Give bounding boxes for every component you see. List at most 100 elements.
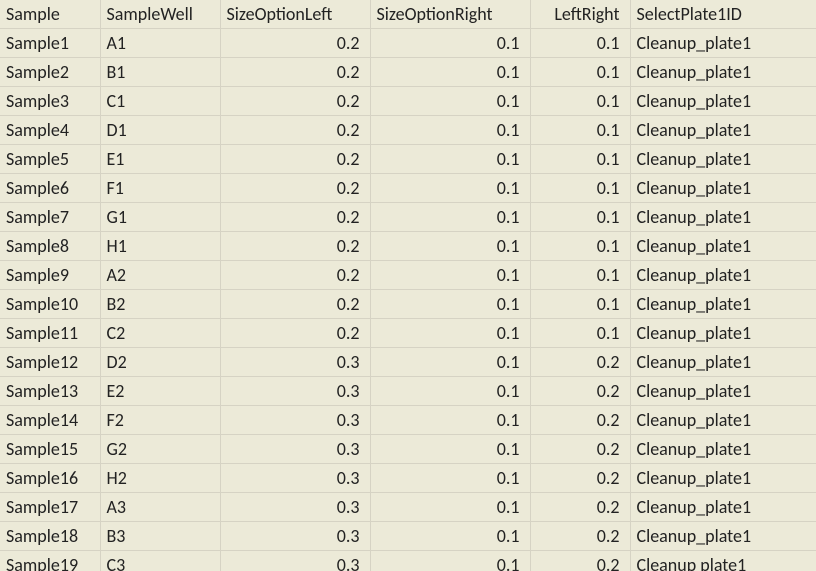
cell-sizeoptionright[interactable]: 0.1 [370, 174, 530, 203]
table-row[interactable]: Sample19C30.30.10.2Cleanup plate1 [0, 551, 816, 571]
cell-sizeoptionleft[interactable]: 0.3 [220, 522, 370, 551]
cell-selectplate1id[interactable]: Cleanup_plate1 [630, 232, 816, 261]
cell-selectplate1id[interactable]: Cleanup_plate1 [630, 319, 816, 348]
cell-sample[interactable]: Sample7 [0, 203, 100, 232]
cell-leftright[interactable]: 0.2 [530, 348, 630, 377]
table-row[interactable]: Sample3C10.20.10.1Cleanup_plate1 [0, 87, 816, 116]
cell-sizeoptionright[interactable]: 0.1 [370, 522, 530, 551]
cell-sample[interactable]: Sample18 [0, 522, 100, 551]
cell-sizeoptionleft[interactable]: 0.3 [220, 377, 370, 406]
table-row[interactable]: Sample11C20.20.10.1Cleanup_plate1 [0, 319, 816, 348]
cell-samplewell[interactable]: A2 [100, 261, 220, 290]
cell-selectplate1id[interactable]: Cleanup_plate1 [630, 348, 816, 377]
cell-leftright[interactable]: 0.1 [530, 58, 630, 87]
cell-sample[interactable]: Sample4 [0, 116, 100, 145]
cell-selectplate1id[interactable]: Cleanup_plate1 [630, 116, 816, 145]
table-row[interactable]: Sample4D10.20.10.1Cleanup_plate1 [0, 116, 816, 145]
cell-leftright[interactable]: 0.2 [530, 522, 630, 551]
cell-sample[interactable]: Sample9 [0, 261, 100, 290]
cell-sizeoptionright[interactable]: 0.1 [370, 116, 530, 145]
cell-sizeoptionleft[interactable]: 0.2 [220, 29, 370, 58]
cell-leftright[interactable]: 0.2 [530, 493, 630, 522]
cell-sizeoptionleft[interactable]: 0.2 [220, 87, 370, 116]
cell-sizeoptionright[interactable]: 0.1 [370, 348, 530, 377]
cell-samplewell[interactable]: E2 [100, 377, 220, 406]
cell-samplewell[interactable]: G2 [100, 435, 220, 464]
cell-selectplate1id[interactable]: Cleanup plate1 [630, 551, 816, 571]
cell-sizeoptionleft[interactable]: 0.3 [220, 406, 370, 435]
cell-selectplate1id[interactable]: Cleanup_plate1 [630, 522, 816, 551]
cell-sizeoptionright[interactable]: 0.1 [370, 29, 530, 58]
cell-sample[interactable]: Sample10 [0, 290, 100, 319]
cell-samplewell[interactable]: B1 [100, 58, 220, 87]
cell-sizeoptionright[interactable]: 0.1 [370, 232, 530, 261]
col-header-samplewell[interactable]: SampleWell [100, 0, 220, 29]
cell-leftright[interactable]: 0.1 [530, 87, 630, 116]
cell-leftright[interactable]: 0.1 [530, 232, 630, 261]
cell-samplewell[interactable]: A1 [100, 29, 220, 58]
cell-sizeoptionright[interactable]: 0.1 [370, 203, 530, 232]
table-row[interactable]: Sample5E10.20.10.1Cleanup_plate1 [0, 145, 816, 174]
cell-samplewell[interactable]: B2 [100, 290, 220, 319]
cell-samplewell[interactable]: C3 [100, 551, 220, 571]
cell-sizeoptionleft[interactable]: 0.2 [220, 232, 370, 261]
col-header-sizeoptionleft[interactable]: SizeOptionLeft [220, 0, 370, 29]
cell-leftright[interactable]: 0.1 [530, 203, 630, 232]
cell-selectplate1id[interactable]: Cleanup_plate1 [630, 290, 816, 319]
cell-selectplate1id[interactable]: Cleanup_plate1 [630, 464, 816, 493]
table-row[interactable]: Sample2B10.20.10.1Cleanup_plate1 [0, 58, 816, 87]
cell-samplewell[interactable]: F2 [100, 406, 220, 435]
cell-sizeoptionleft[interactable]: 0.2 [220, 58, 370, 87]
cell-samplewell[interactable]: G1 [100, 203, 220, 232]
table-row[interactable]: Sample15G20.30.10.2Cleanup_plate1 [0, 435, 816, 464]
cell-sample[interactable]: Sample19 [0, 551, 100, 571]
cell-sizeoptionleft[interactable]: 0.3 [220, 551, 370, 571]
cell-sizeoptionleft[interactable]: 0.2 [220, 116, 370, 145]
cell-leftright[interactable]: 0.1 [530, 290, 630, 319]
cell-samplewell[interactable]: D2 [100, 348, 220, 377]
cell-sizeoptionright[interactable]: 0.1 [370, 58, 530, 87]
cell-selectplate1id[interactable]: Cleanup_plate1 [630, 261, 816, 290]
spreadsheet[interactable]: Sample SampleWell SizeOptionLeft SizeOpt… [0, 0, 816, 571]
cell-selectplate1id[interactable]: Cleanup_plate1 [630, 174, 816, 203]
table-row[interactable]: Sample13E20.30.10.2Cleanup_plate1 [0, 377, 816, 406]
table-row[interactable]: Sample17A30.30.10.2Cleanup_plate1 [0, 493, 816, 522]
cell-selectplate1id[interactable]: Cleanup_plate1 [630, 435, 816, 464]
cell-sizeoptionleft[interactable]: 0.2 [220, 290, 370, 319]
cell-sample[interactable]: Sample12 [0, 348, 100, 377]
table-row[interactable]: Sample6F10.20.10.1Cleanup_plate1 [0, 174, 816, 203]
cell-selectplate1id[interactable]: Cleanup_plate1 [630, 29, 816, 58]
cell-samplewell[interactable]: C2 [100, 319, 220, 348]
cell-leftright[interactable]: 0.1 [530, 261, 630, 290]
table-row[interactable]: Sample7G10.20.10.1Cleanup_plate1 [0, 203, 816, 232]
cell-sample[interactable]: Sample6 [0, 174, 100, 203]
table-row[interactable]: Sample12D20.30.10.2Cleanup_plate1 [0, 348, 816, 377]
cell-leftright[interactable]: 0.2 [530, 435, 630, 464]
cell-leftright[interactable]: 0.1 [530, 29, 630, 58]
cell-sizeoptionleft[interactable]: 0.2 [220, 145, 370, 174]
table-row[interactable]: Sample14F20.30.10.2Cleanup_plate1 [0, 406, 816, 435]
cell-sizeoptionright[interactable]: 0.1 [370, 290, 530, 319]
cell-leftright[interactable]: 0.2 [530, 464, 630, 493]
cell-samplewell[interactable]: E1 [100, 145, 220, 174]
cell-samplewell[interactable]: H2 [100, 464, 220, 493]
cell-sample[interactable]: Sample13 [0, 377, 100, 406]
data-table[interactable]: Sample SampleWell SizeOptionLeft SizeOpt… [0, 0, 816, 571]
cell-sizeoptionright[interactable]: 0.1 [370, 261, 530, 290]
cell-sizeoptionright[interactable]: 0.1 [370, 435, 530, 464]
cell-samplewell[interactable]: D1 [100, 116, 220, 145]
table-row[interactable]: Sample8H10.20.10.1Cleanup_plate1 [0, 232, 816, 261]
cell-sizeoptionright[interactable]: 0.1 [370, 145, 530, 174]
cell-sample[interactable]: Sample11 [0, 319, 100, 348]
col-header-selectplate1id[interactable]: SelectPlate1ID [630, 0, 816, 29]
cell-samplewell[interactable]: A3 [100, 493, 220, 522]
cell-sample[interactable]: Sample15 [0, 435, 100, 464]
cell-leftright[interactable]: 0.2 [530, 551, 630, 571]
cell-sample[interactable]: Sample1 [0, 29, 100, 58]
cell-sample[interactable]: Sample3 [0, 87, 100, 116]
cell-sizeoptionleft[interactable]: 0.2 [220, 203, 370, 232]
cell-leftright[interactable]: 0.2 [530, 406, 630, 435]
table-row[interactable]: Sample9A20.20.10.1Cleanup_plate1 [0, 261, 816, 290]
cell-selectplate1id[interactable]: Cleanup_plate1 [630, 87, 816, 116]
cell-sizeoptionleft[interactable]: 0.3 [220, 435, 370, 464]
